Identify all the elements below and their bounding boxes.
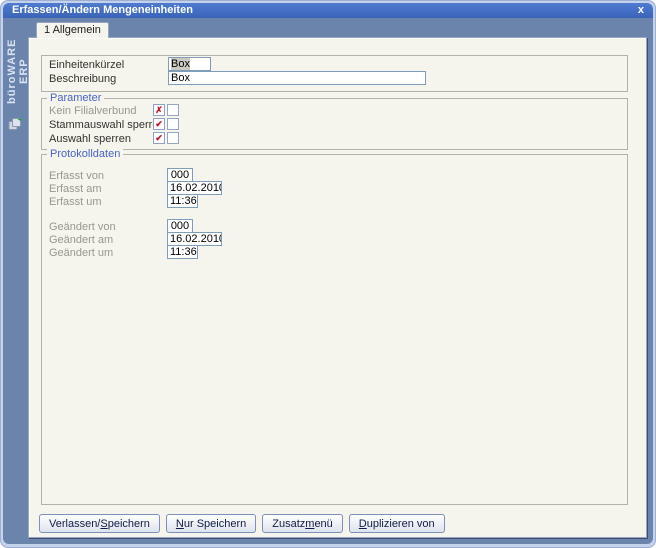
button-text: uplizieren von: [367, 518, 435, 530]
groupbox-protokolldaten: Protokolldaten: [41, 154, 628, 505]
verlassen-speichern-button[interactable]: Verlassen/Speichern: [39, 514, 160, 533]
button-text: peichern: [108, 518, 150, 530]
state-check-icon[interactable]: ✔: [153, 132, 165, 144]
button-text: Zusatz: [272, 518, 305, 530]
titlebar[interactable]: Erfassen/Ändern Mengeneinheiten x: [3, 3, 653, 18]
button-text: ur Speichern: [184, 518, 246, 530]
button-accel: S: [100, 518, 107, 530]
dialog-title: Erfassen/Ändern Mengeneinheiten: [12, 4, 193, 16]
button-accel: N: [176, 518, 184, 530]
geaendert-am-field[interactable]: 16.02.2010 /Di: [167, 232, 222, 246]
geaendert-von-label: Geändert von: [49, 221, 116, 233]
erfasst-am-value: 16.02.2010 /Di: [170, 182, 222, 194]
button-text: Verlassen/: [49, 518, 100, 530]
erfasst-von-label: Erfasst von: [49, 170, 104, 182]
overlapping-windows-icon[interactable]: [8, 117, 22, 131]
tab-allgemein[interactable]: 1 Allgemein: [36, 22, 109, 38]
geaendert-um-field[interactable]: 11:36: [167, 245, 198, 259]
description-value: Box: [171, 72, 190, 84]
param-row-label: Kein Filialverbund: [49, 105, 136, 117]
checkbox-stammauswahl-sperren[interactable]: [167, 118, 179, 130]
geaendert-von-value: 000: [171, 220, 189, 232]
checkbox-auswahl-sperren[interactable]: [167, 132, 179, 144]
geaendert-um-label: Geändert um: [49, 247, 113, 259]
erfasst-am-label: Erfasst am: [49, 183, 102, 195]
state-check-icon[interactable]: ✔: [153, 118, 165, 130]
geaendert-am-label: Geändert am: [49, 234, 113, 246]
button-accel: m: [305, 518, 314, 530]
protokolldaten-legend: Protokolldaten: [47, 148, 123, 161]
form-panel: Einheitenkürzel Box Beschreibung Box Par…: [28, 37, 647, 538]
unit-code-value: Box: [171, 58, 190, 70]
unit-code-field[interactable]: Box: [168, 57, 211, 71]
nur-speichern-button[interactable]: Nur Speichern: [166, 514, 256, 533]
zusatzmenu-button[interactable]: Zusatzmenü: [262, 514, 343, 533]
dialog-window: Erfassen/Ändern Mengeneinheiten x büroWA…: [0, 0, 656, 548]
parameter-legend: Parameter: [47, 92, 104, 105]
param-row-label: Stammauswahl sperren: [49, 119, 165, 131]
duplizieren-von-button[interactable]: Duplizieren von: [349, 514, 445, 533]
erfasst-um-value: 11:36: [170, 195, 197, 207]
geaendert-von-field[interactable]: 000: [167, 219, 193, 233]
erfasst-am-field[interactable]: 16.02.2010 /Di: [167, 181, 222, 195]
param-row-label: Auswahl sperren: [49, 133, 131, 145]
geaendert-am-value: 16.02.2010 /Di: [170, 233, 222, 245]
erfasst-von-field[interactable]: 000: [167, 168, 193, 182]
unit-code-label: Einheitenkürzel: [49, 59, 124, 71]
close-icon[interactable]: x: [638, 3, 644, 18]
description-label: Beschreibung: [49, 73, 116, 85]
button-text: enü: [314, 518, 332, 530]
button-accel: D: [359, 518, 367, 530]
erfasst-um-field[interactable]: 11:36: [167, 194, 198, 208]
button-row: Verlassen/Speichern Nur Speichern Zusatz…: [39, 514, 445, 533]
state-cross-icon[interactable]: ✗: [153, 104, 165, 116]
erfasst-um-label: Erfasst um: [49, 196, 102, 208]
erfasst-von-value: 000: [171, 169, 189, 181]
description-field[interactable]: Box: [168, 71, 426, 85]
dialog-frame: büroWARE ERP 1 Allgemein Einheitenkürzel…: [3, 18, 653, 544]
geaendert-um-value: 11:36: [170, 246, 197, 258]
checkbox-kein-filialverbund[interactable]: [167, 104, 179, 116]
brand-vertical-label: büroWARE ERP: [6, 30, 26, 112]
